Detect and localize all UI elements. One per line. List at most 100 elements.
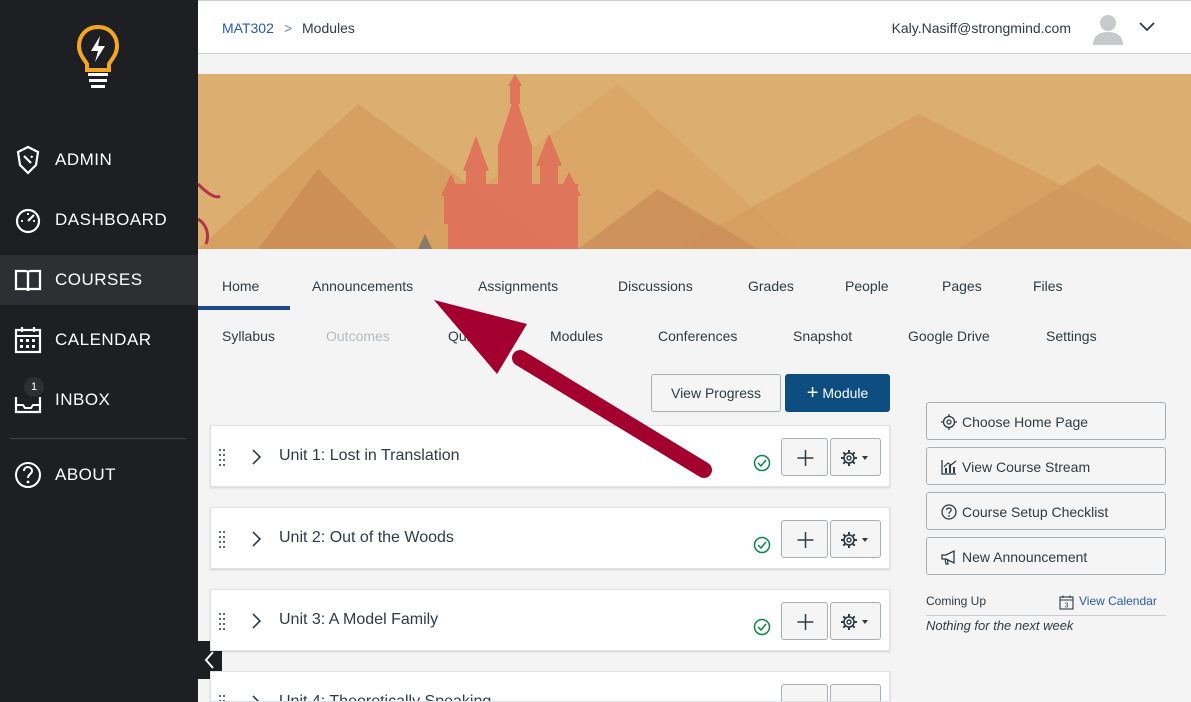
plus-icon (797, 532, 814, 548)
avatar-icon[interactable] (1091, 11, 1125, 45)
breadcrumb-course-link[interactable]: MAT302 (222, 20, 274, 36)
chevron-right-icon[interactable] (249, 694, 263, 702)
chevron-right-icon[interactable] (249, 448, 263, 466)
module-title[interactable]: Unit 1: Lost in Translation (279, 447, 460, 465)
book-icon (14, 269, 42, 292)
target-icon (941, 414, 957, 430)
gear-icon (841, 450, 868, 466)
inbox-unread-badge: 1 (24, 377, 44, 397)
plus-icon: + (806, 382, 819, 404)
calendar-day-icon[interactable]: 3 (1059, 595, 1074, 610)
lightbulb-logo-icon[interactable] (76, 24, 120, 90)
tab-settings[interactable]: Settings (1046, 328, 1097, 344)
view-course-stream-label: View Course Stream (962, 459, 1091, 475)
nav-courses-label: COURSES (55, 270, 143, 289)
drag-handle-icon[interactable] (219, 694, 225, 702)
drag-handle-icon[interactable] (219, 448, 225, 466)
plus-icon (797, 614, 814, 630)
tab-modules[interactable]: Modules (550, 328, 603, 344)
module-row[interactable]: Unit 3: A Model Family (210, 589, 890, 651)
module-title[interactable]: Unit 2: Out of the Woods (279, 529, 454, 547)
nav-divider (10, 438, 186, 439)
published-check-icon[interactable] (753, 454, 771, 472)
nav-calendar[interactable]: CALENDAR (0, 315, 198, 365)
speedometer-icon (15, 208, 41, 234)
nav-inbox-label: INBOX (55, 390, 111, 409)
drag-handle-icon[interactable] (219, 612, 225, 630)
tab-conferences[interactable]: Conferences (658, 328, 737, 344)
tab-discussions[interactable]: Discussions (618, 278, 693, 294)
calendar-day-number: 3 (1065, 603, 1069, 610)
top-header: MAT302 > Modules Kaly.Nasiff@strongmind.… (198, 0, 1191, 54)
chevron-right-icon[interactable] (249, 530, 263, 548)
tab-announcements[interactable]: Announcements (312, 278, 413, 294)
view-progress-button[interactable]: View Progress (651, 374, 781, 412)
breadcrumb-current: Modules (302, 20, 355, 36)
module-settings-button[interactable] (830, 684, 881, 701)
nav-about-label: ABOUT (55, 465, 117, 484)
choose-home-page-label: Choose Home Page (962, 414, 1089, 430)
new-announcement-button[interactable]: New Announcement (926, 537, 1166, 575)
course-setup-checklist-button[interactable]: Course Setup Checklist (926, 492, 1166, 530)
course-banner-image (198, 74, 1191, 249)
add-item-button[interactable] (781, 684, 828, 701)
tab-assignments[interactable]: Assignments (478, 278, 558, 294)
module-row[interactable]: Unit 4: Theoretically Speaking (210, 671, 890, 702)
module-settings-button[interactable] (830, 602, 881, 640)
module-row[interactable]: Unit 1: Lost in Translation (210, 425, 890, 487)
course-setup-checklist-label: Course Setup Checklist (962, 504, 1109, 520)
gear-icon (841, 532, 868, 548)
gear-icon (841, 614, 868, 630)
add-item-button[interactable] (781, 438, 828, 476)
coming-up-heading: Coming Up (926, 594, 987, 608)
tab-quizzes[interactable]: Qui (448, 328, 470, 344)
module-title[interactable]: Unit 3: A Model Family (279, 611, 438, 629)
chevron-down-icon[interactable] (1138, 19, 1156, 33)
view-calendar-link[interactable]: View Calendar (1079, 594, 1157, 608)
tab-google-drive[interactable]: Google Drive (908, 328, 990, 344)
module-title[interactable]: Unit 4: Theoretically Speaking (279, 693, 491, 701)
add-item-button[interactable] (781, 520, 828, 558)
nav-about[interactable]: ABOUT (0, 450, 198, 500)
add-item-button[interactable] (781, 602, 828, 640)
module-row[interactable]: Unit 2: Out of the Woods (210, 507, 890, 569)
app: ADMIN DASHBOARD COURSES CALENDAR 1 INBOX… (0, 0, 1191, 702)
nav-dashboard-label: DASHBOARD (55, 210, 168, 229)
plus-icon (797, 450, 814, 466)
tab-syllabus[interactable]: Syllabus (222, 328, 275, 344)
published-check-icon[interactable] (753, 536, 771, 554)
megaphone-icon (941, 549, 955, 565)
question-icon (941, 504, 957, 520)
add-module-button[interactable]: + Module (785, 374, 890, 412)
view-course-stream-button[interactable]: View Course Stream (926, 447, 1166, 485)
calendar-icon (14, 327, 42, 354)
choose-home-page-button[interactable]: Choose Home Page (926, 402, 1166, 440)
tab-pages[interactable]: Pages (942, 278, 982, 294)
breadcrumb-separator: > (284, 20, 293, 36)
user-email[interactable]: Kaly.Nasiff@strongmind.com (892, 20, 1071, 36)
view-progress-label: View Progress (670, 385, 761, 401)
chart-icon (941, 460, 957, 475)
tab-grades[interactable]: Grades (748, 278, 794, 294)
module-settings-button[interactable] (830, 438, 881, 476)
tab-home[interactable]: Home (222, 278, 259, 294)
published-check-icon[interactable] (753, 618, 771, 636)
nav-courses[interactable]: COURSES (0, 255, 198, 305)
nav-inbox[interactable]: 1 INBOX (0, 375, 198, 425)
new-announcement-label: New Announcement (962, 549, 1088, 565)
nav-calendar-label: CALENDAR (55, 330, 152, 349)
chevron-right-icon[interactable] (249, 612, 263, 630)
tab-people[interactable]: People (845, 278, 889, 294)
nothing-upcoming-text: Nothing for the next week (926, 618, 1074, 633)
tab-snapshot[interactable]: Snapshot (793, 328, 852, 344)
tab-files[interactable]: Files (1033, 278, 1063, 294)
drag-handle-icon[interactable] (219, 530, 225, 548)
tab-outcomes[interactable]: Outcomes (326, 328, 390, 344)
help-circle-icon (15, 462, 41, 488)
admin-shield-icon (16, 145, 40, 175)
nav-admin[interactable]: ADMIN (0, 135, 198, 185)
nav-dashboard[interactable]: DASHBOARD (0, 195, 198, 245)
coming-up-divider (926, 615, 1166, 616)
nav-admin-label: ADMIN (55, 150, 113, 169)
module-settings-button[interactable] (830, 520, 881, 558)
